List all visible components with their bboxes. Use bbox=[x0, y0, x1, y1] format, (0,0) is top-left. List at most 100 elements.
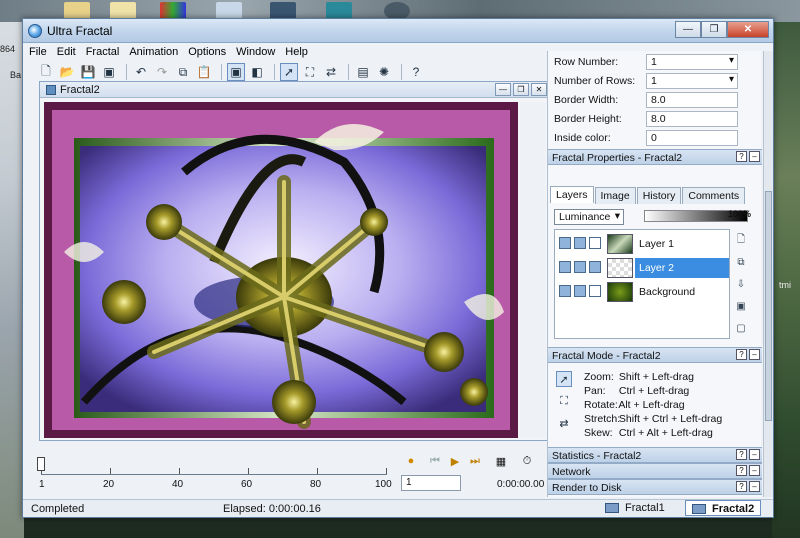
render-to-disk-header[interactable]: Render to Disk ? – bbox=[548, 479, 762, 495]
layers-arrange-icon[interactable]: ⇄ bbox=[556, 415, 572, 431]
visibility-icon[interactable] bbox=[559, 261, 571, 273]
mask-icon[interactable] bbox=[574, 237, 586, 249]
document-title-bar[interactable]: Fractal2 — ❐ ✕ bbox=[40, 82, 550, 98]
skip-back-icon[interactable]: ⏮ bbox=[427, 453, 443, 469]
timeline-track[interactable] bbox=[41, 459, 387, 475]
minimize-button[interactable]: — bbox=[675, 21, 701, 38]
fullscreen-view-icon[interactable]: ▣ bbox=[227, 63, 245, 81]
tab-fractal1[interactable]: Fractal1 bbox=[599, 500, 671, 516]
panel-scrollbar[interactable] bbox=[763, 51, 773, 497]
fractal-mode-header[interactable]: Fractal Mode - Fractal2 ? – bbox=[548, 347, 762, 363]
add-layer-icon[interactable]: 🗋 bbox=[734, 233, 748, 247]
select-arrow-icon[interactable]: ➚ bbox=[556, 371, 572, 387]
layer-thumbnail bbox=[607, 258, 633, 278]
help-icon[interactable]: ? bbox=[736, 151, 747, 162]
collapse-icon[interactable]: – bbox=[749, 481, 760, 492]
transform-icon[interactable]: ⛶ bbox=[301, 63, 319, 81]
statistics-header[interactable]: Statistics - Fractal2 ? – bbox=[548, 447, 762, 463]
num-rows-select[interactable]: 1 bbox=[646, 73, 738, 89]
maximize-button[interactable]: ❐ bbox=[701, 21, 727, 38]
help-icon[interactable]: ? bbox=[736, 449, 747, 460]
menu-edit[interactable]: Edit bbox=[57, 46, 76, 58]
copy-icon[interactable]: ⧉ bbox=[174, 63, 192, 81]
new-file-icon[interactable]: 🗋 bbox=[37, 63, 55, 81]
num-rows-label: Number of Rows: bbox=[554, 75, 636, 87]
frame-settings-icon[interactable]: ▦ bbox=[493, 453, 509, 469]
mask-icon[interactable] bbox=[574, 261, 586, 273]
skip-forward-icon[interactable]: ⏭ bbox=[467, 453, 483, 469]
close-button[interactable]: ✕ bbox=[727, 21, 769, 38]
inside-color-input[interactable]: 0 bbox=[646, 130, 738, 146]
menu-help[interactable]: Help bbox=[285, 46, 308, 58]
merge-layer-icon[interactable]: ⇩ bbox=[734, 277, 748, 291]
menu-animation[interactable]: Animation bbox=[129, 46, 178, 58]
collapse-icon[interactable]: – bbox=[749, 465, 760, 476]
frame-input[interactable]: 1 bbox=[401, 475, 461, 491]
tab-layers[interactable]: Layers bbox=[550, 186, 594, 203]
select-arrow-icon[interactable]: ➚ bbox=[280, 63, 298, 81]
collapse-icon[interactable]: – bbox=[749, 349, 760, 360]
fractal-canvas[interactable] bbox=[44, 102, 518, 438]
menu-window[interactable]: Window bbox=[236, 46, 275, 58]
fractal-properties-header[interactable]: Fractal Properties - Fractal2 ? – bbox=[548, 149, 762, 165]
menu-file[interactable]: File bbox=[29, 46, 47, 58]
network-header[interactable]: Network ? – bbox=[548, 463, 762, 479]
duplicate-layer-icon[interactable]: ⧉ bbox=[734, 255, 748, 269]
tab-comments[interactable]: Comments bbox=[682, 187, 746, 204]
lock-checkbox[interactable] bbox=[589, 285, 601, 297]
layers-arrange-icon[interactable]: ⇄ bbox=[322, 63, 340, 81]
layer-image-icon[interactable]: ▣ bbox=[734, 299, 748, 313]
border-width-label: Border Width: bbox=[554, 94, 619, 106]
transform-icon[interactable]: ⛶ bbox=[556, 393, 572, 409]
document-title: Fractal2 bbox=[60, 84, 100, 96]
record-icon[interactable]: ● bbox=[403, 453, 419, 469]
border-height-input[interactable]: 8.0 bbox=[646, 111, 738, 127]
gear-icon[interactable]: ✺ bbox=[375, 63, 393, 81]
help-icon[interactable]: ? bbox=[736, 481, 747, 492]
visibility-icon[interactable] bbox=[559, 285, 571, 297]
doc-close-button[interactable]: ✕ bbox=[531, 83, 547, 96]
layer-row-1[interactable]: Layer 1 bbox=[555, 232, 729, 256]
mask-icon[interactable] bbox=[574, 285, 586, 297]
animation-timeline: 1 20 40 60 80 100 ● ⏮ ▶ ⏭ ▦ ⏱ 1 0:00:00.… bbox=[29, 449, 545, 499]
desktop-label: Ba bbox=[10, 70, 22, 80]
redo-icon[interactable]: ↷ bbox=[153, 63, 171, 81]
mode-row-zoom: Zoom: Shift + Left-drag bbox=[584, 371, 694, 383]
time-settings-icon[interactable]: ⏱ bbox=[519, 453, 535, 469]
visibility-icon[interactable] bbox=[559, 237, 571, 249]
timeline-thumb[interactable] bbox=[37, 457, 45, 471]
title-bar[interactable]: Ultra Fractal — ❐ ✕ bbox=[23, 19, 773, 43]
render-icon[interactable]: ▤ bbox=[354, 63, 372, 81]
border-width-input[interactable]: 8.0 bbox=[646, 92, 738, 108]
collapse-icon[interactable]: – bbox=[749, 151, 760, 162]
undo-icon[interactable]: ↶ bbox=[132, 63, 150, 81]
help-icon[interactable]: ? bbox=[736, 349, 747, 360]
paste-icon[interactable]: 📋 bbox=[195, 63, 213, 81]
menu-fractal[interactable]: Fractal bbox=[86, 46, 120, 58]
tab-fractal2[interactable]: Fractal2 bbox=[685, 500, 762, 516]
menu-options[interactable]: Options bbox=[188, 46, 226, 58]
lock-checkbox[interactable] bbox=[589, 261, 601, 273]
inside-color-label: Inside color: bbox=[554, 132, 611, 144]
vertical-scrollbar[interactable] bbox=[520, 102, 546, 438]
lock-checkbox[interactable] bbox=[589, 237, 601, 249]
collapse-icon[interactable]: – bbox=[749, 449, 760, 460]
save-all-icon[interactable]: ▣ bbox=[100, 63, 118, 81]
doc-minimize-button[interactable]: — bbox=[495, 83, 511, 96]
save-icon[interactable]: 💾 bbox=[79, 63, 97, 81]
layer-row-2[interactable]: Layer 2 bbox=[555, 256, 729, 280]
panel-scrollbar-thumb[interactable] bbox=[765, 191, 772, 421]
open-folder-icon[interactable]: 📂 bbox=[58, 63, 76, 81]
play-icon[interactable]: ▶ bbox=[447, 453, 463, 469]
layer-row-3[interactable]: Background bbox=[555, 280, 729, 304]
layer-mask-icon[interactable]: ▢ bbox=[734, 321, 748, 335]
tab-history[interactable]: History bbox=[636, 187, 682, 204]
blend-mode-select[interactable]: Luminance bbox=[554, 209, 624, 225]
tab-image[interactable]: Image bbox=[594, 187, 636, 204]
doc-maximize-button[interactable]: ❐ bbox=[513, 83, 529, 96]
row-number-select[interactable]: 1 bbox=[646, 54, 738, 70]
help-icon[interactable]: ? bbox=[736, 465, 747, 476]
timeline-tick-label: 60 bbox=[241, 479, 253, 490]
help-icon[interactable]: ? bbox=[407, 63, 425, 81]
split-view-icon[interactable]: ◧ bbox=[248, 63, 266, 81]
